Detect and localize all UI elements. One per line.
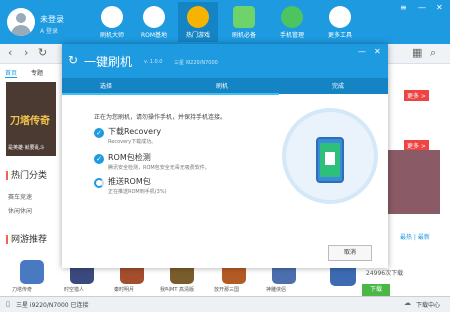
check-icon: ✓: [94, 128, 104, 138]
step-progress-line: [62, 93, 279, 95]
step-desc: 正在推送ROM到手机(3%): [108, 189, 167, 195]
download-center[interactable]: 下载中心: [416, 300, 440, 309]
user-name: 未登录: [40, 15, 64, 24]
step-select: 选择: [100, 83, 113, 90]
step-done: 完成: [332, 83, 345, 90]
download-count: 24996次下载: [366, 270, 404, 277]
back-icon[interactable]: ‹: [8, 46, 12, 59]
dialog-version: v. 1.0.0: [144, 59, 163, 65]
minimize-icon[interactable]: —: [358, 47, 366, 56]
game-name: 秦时明月: [114, 287, 135, 293]
close-icon[interactable]: ✕: [436, 3, 443, 12]
spinner-icon: [94, 178, 104, 188]
grid-icon[interactable]: ▦: [412, 46, 422, 59]
nav-rom-base[interactable]: ROM基地: [134, 2, 174, 42]
phone-icon: ▯: [6, 300, 10, 308]
step-title: 推送ROM包: [108, 177, 151, 186]
refresh-icon[interactable]: ↻: [38, 46, 47, 59]
game-name: 神雕侠侣: [266, 287, 287, 293]
search-icon[interactable]: ⌕: [430, 46, 436, 60]
avatar[interactable]: [7, 8, 35, 36]
status-bar: ▯ 三星 i9220/N7000 已连接 ☁ 下载中心: [0, 296, 450, 312]
device-status: 三星 i9220/N7000 已连接: [16, 302, 89, 309]
dialog-title: 一键刷机: [84, 55, 133, 69]
step-flash: 刷机: [216, 83, 229, 90]
category-item[interactable]: 赛车竞速: [8, 192, 32, 201]
apps-icon: [233, 6, 255, 28]
sync-icon: [101, 6, 123, 28]
hot-categories-heading: 热门分类: [6, 168, 47, 181]
step-desc: Recovery下载成功。: [108, 139, 157, 145]
sidebar-tabs: 首页 专题: [5, 68, 43, 78]
shield-icon: [281, 6, 303, 28]
step-bar: 选择 刷机 完成: [62, 78, 388, 94]
download-button[interactable]: 下载: [362, 284, 390, 296]
tab-topics[interactable]: 专题: [31, 70, 43, 77]
top-toolbar: 未登录 A 登录 刷机大师 ROM基地 热门游戏 刷机必备 手机管理 更多工具 …: [0, 0, 450, 44]
nav-phone-manager[interactable]: 手机管理: [272, 2, 312, 42]
banner-image[interactable]: 刀塔传奇 是英雄·就要乱斗: [6, 82, 56, 156]
step-desc: 腾讯安全检测，ROM包安全无毒无吸费软件。: [108, 165, 210, 171]
category-item[interactable]: 休闲休闲: [8, 206, 32, 215]
tools-icon: [329, 6, 351, 28]
dialog-instruction: 正在为您刷机，请勿操作手机，并保持手机连接。: [94, 114, 227, 121]
game-name: 刀塔传奇: [12, 287, 33, 293]
download-icon[interactable]: ☁: [404, 299, 411, 307]
nav-essentials[interactable]: 刷机必备: [224, 2, 264, 42]
rom-icon: [143, 6, 165, 28]
net-games-heading: 网游推荐: [6, 232, 47, 245]
banner-title: 刀塔传奇: [10, 116, 50, 127]
nav-more-tools[interactable]: 更多工具: [320, 2, 360, 42]
game-icon[interactable]: [20, 260, 44, 284]
dialog-device: 三星 i9220/N7000: [174, 60, 218, 66]
step-title: ROM包检测: [108, 153, 151, 162]
menu-icon[interactable]: ≡: [400, 3, 407, 12]
more-link[interactable]: 更多 >: [404, 90, 429, 101]
close-icon[interactable]: ✕: [374, 47, 381, 56]
forward-icon[interactable]: ›: [24, 46, 28, 59]
banner-subtitle: 是英雄·就要乱斗: [8, 145, 45, 151]
login-link[interactable]: A 登录: [40, 26, 58, 35]
game-name: 时空猎人: [64, 287, 85, 293]
game-name: 放开那三国: [214, 287, 240, 293]
minimize-icon[interactable]: —: [418, 3, 426, 12]
game-name: 我叫MT 高清版: [160, 287, 194, 293]
document-icon: [325, 152, 335, 165]
tab-home[interactable]: 首页: [5, 70, 18, 78]
cancel-button[interactable]: 取消: [328, 245, 372, 261]
dialog-header: ↻ 一键刷机 v. 1.0.0 三星 i9220/N7000 — ✕: [62, 44, 388, 78]
nav-hot-games[interactable]: 热门游戏: [178, 2, 218, 42]
refresh-icon: ↻: [68, 53, 79, 67]
promo-image[interactable]: [388, 150, 440, 214]
step-title: 下载Recovery: [108, 127, 162, 136]
nav-flash-master[interactable]: 刷机大师: [92, 2, 132, 42]
flash-dialog: ↻ 一键刷机 v. 1.0.0 三星 i9220/N7000 — ✕ 选择 刷机…: [62, 44, 388, 268]
check-icon: ✓: [94, 154, 104, 164]
sort-links[interactable]: 最热 | 最新: [400, 232, 430, 241]
gamepad-icon: [187, 6, 209, 28]
